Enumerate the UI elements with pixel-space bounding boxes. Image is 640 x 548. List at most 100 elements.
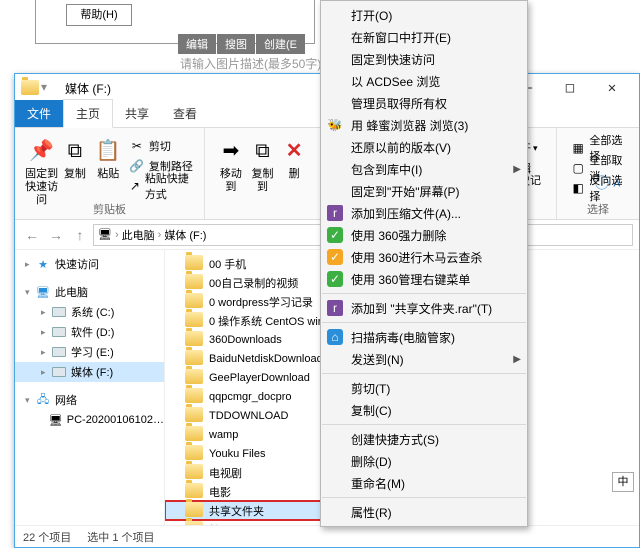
file-label: 00 手机 <box>209 256 246 272</box>
network-icon: 🖧 <box>35 393 51 407</box>
ctx-sendto[interactable]: 发送到(N)▶ <box>321 348 527 370</box>
nav-quick[interactable]: ▸★快速访问 <box>15 254 164 274</box>
folder-icon <box>185 445 203 463</box>
computer-icon: 🖥 <box>49 413 63 427</box>
hint-text: 请输入图片描述(最多50字) <box>180 55 321 72</box>
tab-view[interactable]: 查看 <box>161 100 209 127</box>
pin-quick-button[interactable]: 📌固定到 快速访问 <box>25 132 58 207</box>
ctx-open[interactable]: 打开(O) <box>321 4 527 26</box>
group-clipboard-caption: 剪贴板 <box>15 201 204 217</box>
help-button[interactable]: 帮助(H) <box>66 4 132 26</box>
ctx-admin[interactable]: 管理员取得所有权 <box>321 92 527 114</box>
ctx-copy[interactable]: 复制(C) <box>321 399 527 421</box>
copy-icon: ⧉ <box>60 136 90 166</box>
paste-shortcut-button[interactable]: ↗粘贴快捷方式 <box>129 176 194 196</box>
tab-share[interactable]: 共享 <box>113 100 161 127</box>
selectall-icon: ▦ <box>571 140 585 156</box>
path-icon: 🔗 <box>129 158 145 174</box>
file-label: 00自己录制的视频 <box>209 275 298 291</box>
tab-create[interactable]: 创建(E <box>256 34 305 54</box>
copyto-icon: ⧉ <box>248 136 278 166</box>
ctx-shortcut[interactable]: 创建快捷方式(S) <box>321 428 527 450</box>
ctx-newwindow[interactable]: 在新窗口中打开(E) <box>321 26 527 48</box>
pc-icon: 🖥 <box>98 228 112 241</box>
folder-icon <box>185 426 203 444</box>
ctx-pin-start[interactable]: 固定到"开始"屏幕(P) <box>321 180 527 202</box>
qat-dropdown-icon[interactable]: ▾ <box>41 80 57 96</box>
file-label: 电视剧 <box>209 465 242 481</box>
ctx-delete[interactable]: 删除(D) <box>321 450 527 472</box>
ctx-360-trojan[interactable]: ✓使用 360进行木马云查杀 <box>321 246 527 268</box>
nav-thispc[interactable]: ▾🖥此电脑 <box>15 282 164 302</box>
tab-edit[interactable]: 编辑 <box>178 34 216 54</box>
nav-network[interactable]: ▾🖧网络 <box>15 390 164 410</box>
360-menu-icon: ✓ <box>327 271 343 287</box>
copy-button[interactable]: ⧉复制 <box>58 132 91 207</box>
bee-icon: 🐝 <box>327 117 343 133</box>
folder-icon <box>185 388 203 406</box>
folder-icon <box>185 464 203 482</box>
tab-home[interactable]: 主页 <box>63 99 113 128</box>
ctx-360-menu[interactable]: ✓使用 360管理右键菜单 <box>321 268 527 290</box>
nav-pcname[interactable]: 🖥PC-20200106102… <box>15 410 164 430</box>
moveto-button[interactable]: ➡移动到 <box>215 132 247 194</box>
select-invert-button[interactable]: ◧反向选择 <box>571 178 629 198</box>
file-label: BaiduNetdiskDownload <box>209 353 323 365</box>
maximize-button[interactable]: □ <box>549 75 591 101</box>
nav-drive-f[interactable]: ▸媒体 (F:) <box>15 362 164 382</box>
close-button[interactable]: ✕ <box>591 75 633 101</box>
nav-up-button[interactable]: ↑ <box>69 224 91 246</box>
drive-icon <box>51 305 67 319</box>
folder-icon <box>185 369 203 387</box>
ctx-pin-quick[interactable]: 固定到快速访问 <box>321 48 527 70</box>
nav-drive-d[interactable]: ▸软件 (D:) <box>15 322 164 342</box>
ctx-rename[interactable]: 重命名(M) <box>321 472 527 494</box>
ctx-include-lib[interactable]: 包含到库中(I)▶ <box>321 158 527 180</box>
folder-icon <box>185 255 203 273</box>
star-icon: ★ <box>35 257 51 271</box>
file-label: 共享文件夹 <box>209 503 264 519</box>
file-label: qqpcmgr_docpro <box>209 391 292 403</box>
file-label: 电影 <box>209 484 231 500</box>
ctx-cut[interactable]: 剪切(T) <box>321 377 527 399</box>
group-select-caption: 选择 <box>557 201 639 217</box>
qat-icon[interactable] <box>21 80 37 96</box>
tab-search[interactable]: 搜图 <box>217 34 255 54</box>
selectinv-icon: ◧ <box>571 180 585 196</box>
nav-drive-e[interactable]: ▸学习 (E:) <box>15 342 164 362</box>
crumb-drive[interactable]: 媒体 (F:) <box>164 227 206 243</box>
tab-file[interactable]: 文件 <box>15 100 63 127</box>
ctx-add-rar[interactable]: r添加到压缩文件(A)... <box>321 202 527 224</box>
status-selection: 选中 1 个项目 <box>87 529 154 545</box>
ctx-restore[interactable]: 还原以前的版本(V) <box>321 136 527 158</box>
ctx-addto-rar[interactable]: r添加到 "共享文件夹.rar"(T) <box>321 297 527 319</box>
folder-icon <box>185 293 203 311</box>
nav-drive-c[interactable]: ▸系统 (C:) <box>15 302 164 322</box>
drive-icon <box>51 345 67 359</box>
ctx-properties[interactable]: 属性(R) <box>321 501 527 523</box>
delete-button[interactable]: ✕删 <box>278 132 310 194</box>
folder-icon <box>185 483 203 501</box>
ctx-scan-virus[interactable]: ⌂扫描病毒(电脑管家) <box>321 326 527 348</box>
status-bar: 22 个项目 选中 1 个项目 <box>15 525 639 547</box>
paste-button[interactable]: 📋粘贴 <box>92 132 125 207</box>
copyto-button[interactable]: ⧉复制到 <box>247 132 279 194</box>
ctx-360-delete[interactable]: ✓使用 360强力删除 <box>321 224 527 246</box>
delete-x-icon: ✕ <box>279 136 309 166</box>
file-label: wamp <box>209 429 238 441</box>
pin-icon: 📌 <box>27 136 57 166</box>
nav-fwd-button[interactable]: → <box>45 224 67 246</box>
ctx-acdsee[interactable]: 以 ACDSee 浏览 <box>321 70 527 92</box>
ctx-bee[interactable]: 🐝用 蜂蜜浏览器 浏览(3) <box>321 114 527 136</box>
context-menu: 打开(O) 在新窗口中打开(E) 固定到快速访问 以 ACDSee 浏览 管理员… <box>320 0 528 527</box>
drive-icon <box>51 365 67 379</box>
file-label: TDDOWNLOAD <box>209 410 288 422</box>
chevron-right-icon: ▶ <box>513 164 521 175</box>
crumb-pc[interactable]: 此电脑 <box>122 227 155 243</box>
ime-button[interactable]: 中 <box>612 472 634 492</box>
nav-back-button[interactable]: ← <box>21 224 43 246</box>
folder-icon <box>185 407 203 425</box>
file-label: 360Downloads <box>209 334 282 346</box>
cut-button[interactable]: ✂剪切 <box>129 136 194 156</box>
qq-icon: ⌂ <box>327 329 343 345</box>
